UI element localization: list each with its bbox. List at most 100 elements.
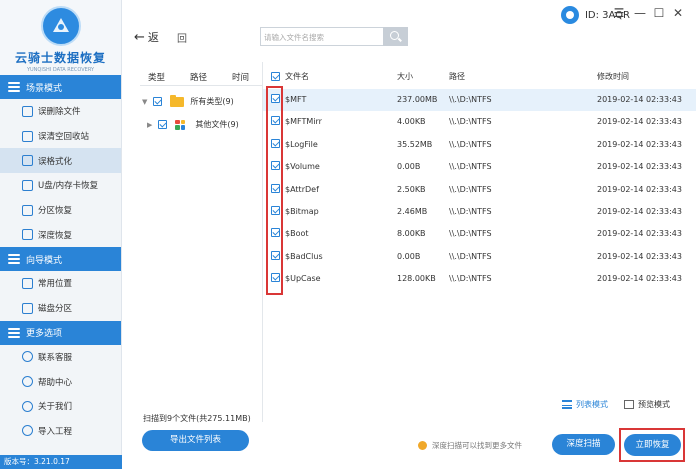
- scan-summary: 扫描到9个文件(共275.11MB): [143, 414, 251, 423]
- sidebar-item-help-center[interactable]: 帮助中心: [0, 369, 121, 394]
- search-input[interactable]: 请输入文件名搜索: [264, 32, 324, 43]
- table-row[interactable]: $Volume 0.00B \\.\D:\NTFS 2019-02-14 02:33:…: [263, 156, 696, 178]
- other-files-icon: [175, 119, 186, 130]
- grid-icon: [624, 400, 634, 409]
- table-row[interactable]: $MFTMirr 4.00KB \\.\D:\NTFS 2019-02-14 02:3…: [263, 111, 696, 133]
- sidebar-item-recycle-bin[interactable]: 误清空回收站: [0, 124, 121, 149]
- table-row[interactable]: $BadClus 0.00B \\.\D:\NTFS 2019-02-14 02:33…: [263, 246, 696, 268]
- file-name: $MFTMirr: [285, 117, 322, 127]
- expand-caret-icon[interactable]: ▼: [142, 98, 147, 106]
- menu-icon: [8, 327, 20, 338]
- file-size: 2.50KB: [397, 184, 426, 194]
- file-modified: 2019-02-14 02:33:43: [597, 139, 682, 149]
- tab-path[interactable]: 路径: [190, 71, 207, 83]
- collapse-caret-icon[interactable]: ▶: [147, 121, 152, 129]
- version-label: 版本号：3.21.0.17: [0, 455, 122, 469]
- table-row[interactable]: $Boot 8.00KB \\.\D:\NTFS 2019-02-14 02:33:4…: [263, 223, 696, 245]
- file-modified: 2019-02-14 02:33:43: [597, 229, 682, 239]
- app-title: 云骑士数据恢复: [14, 51, 106, 65]
- help-icon: [22, 376, 33, 388]
- table-row[interactable]: $UpCase 128.00KB \\.\D:\NTFS 2019-02-14 02:…: [263, 268, 696, 290]
- select-all-checkbox[interactable]: [271, 72, 280, 81]
- section-wizard-mode[interactable]: 向导模式: [0, 247, 121, 272]
- folder-icon: [170, 94, 185, 107]
- file-modified: 2019-02-14 02:33:43: [597, 95, 682, 104]
- file-modified: 2019-02-14 02:33:43: [597, 207, 682, 216]
- sidebar-item-partition[interactable]: 分区恢复: [0, 198, 121, 223]
- file-modified: 2019-02-14 02:33:43: [597, 184, 682, 194]
- tree-node-all-types[interactable]: ▼ 所有类型(9): [142, 94, 234, 107]
- back-arrow-icon: ←: [134, 30, 145, 45]
- sidebar-item-format[interactable]: 误格式化: [0, 148, 121, 174]
- table-header: 文件名 大小 路径 修改时间: [263, 67, 696, 89]
- file-name: $Boot: [285, 229, 309, 239]
- table-row[interactable]: $Bitmap 2.46MB \\.\D:\NTFS 2019-02-14 02:33…: [263, 201, 696, 223]
- sidebar-item-deleted-files[interactable]: 误删除文件: [0, 99, 121, 124]
- section-more-options[interactable]: 更多选项: [0, 320, 121, 345]
- tree-node-other-files[interactable]: ▶ 其他文件(9): [147, 119, 239, 130]
- partition-icon: [22, 204, 33, 216]
- col-path-header[interactable]: 路径: [449, 71, 465, 82]
- file-name: $AttrDef: [285, 184, 319, 194]
- col-modified-header[interactable]: 修改时间: [597, 71, 629, 82]
- tab-time[interactable]: 时间: [232, 71, 249, 83]
- home-button[interactable]: 回: [177, 30, 187, 45]
- tree-checkbox[interactable]: [153, 97, 163, 106]
- export-list-button[interactable]: 导出文件列表: [142, 430, 249, 451]
- table-row[interactable]: $AttrDef 2.50KB \\.\D:\NTFS 2019-02-14 02:3…: [263, 179, 696, 201]
- file-path: \\.\D:\NTFS: [449, 251, 492, 261]
- file-icon: [22, 105, 33, 117]
- file-modified: 2019-02-14 02:33:43: [597, 251, 682, 261]
- file-path: \\.\D:\NTFS: [449, 117, 492, 127]
- file-size: 2.46MB: [397, 207, 428, 216]
- close-button[interactable]: ✕: [671, 6, 685, 20]
- title-bar: ID: 3AQR: [122, 0, 696, 30]
- file-path: \\.\D:\NTFS: [449, 95, 492, 104]
- sidebar-item-disk-partitions[interactable]: 磁盘分区: [0, 296, 121, 321]
- app-subtitle: YUNQISHI DATA RECOVERY: [26, 67, 95, 73]
- file-size: 0.00B: [397, 162, 421, 172]
- sidebar-item-deep-recovery[interactable]: 深度恢复: [0, 222, 121, 247]
- file-name: $Volume: [285, 162, 320, 172]
- table-row[interactable]: $MFT 237.00MB \\.\D:\NTFS 2019-02-14 02:33:…: [263, 89, 696, 112]
- col-size-header[interactable]: 大小: [397, 71, 413, 82]
- back-button[interactable]: ← 返: [134, 29, 159, 45]
- search-icon[interactable]: [383, 27, 408, 46]
- file-path: \\.\D:\NTFS: [449, 184, 492, 194]
- import-icon: [22, 425, 33, 437]
- checkbox-highlight-box: [266, 86, 283, 295]
- deep-recovery-icon: [22, 229, 33, 241]
- file-modified: 2019-02-14 02:33:43: [597, 117, 682, 127]
- maximize-button[interactable]: ☐: [652, 6, 666, 20]
- file-path: \\.\D:\NTFS: [449, 207, 492, 216]
- sidebar: 云骑士数据恢复 YUNQISHI DATA RECOVERY 场景模式 误删除文…: [0, 0, 122, 469]
- file-size: 128.00KB: [397, 274, 436, 284]
- col-name-header[interactable]: 文件名: [285, 71, 309, 82]
- sidebar-item-usb[interactable]: U盘/内存卡恢复: [0, 173, 121, 198]
- sidebar-item-import-project[interactable]: 导入工程: [0, 419, 121, 444]
- format-icon: [22, 155, 33, 167]
- tab-type[interactable]: 类型: [148, 71, 165, 83]
- file-modified: 2019-02-14 02:33:43: [597, 162, 682, 172]
- table-row[interactable]: $LogFile 35.52MB \\.\D:\NTFS 2019-02-14 02:…: [263, 134, 696, 156]
- support-icon: [22, 351, 33, 363]
- section-scene-mode[interactable]: 场景模式: [0, 75, 121, 99]
- list-mode-button[interactable]: 列表模式: [562, 399, 608, 410]
- file-name: $UpCase: [285, 274, 321, 284]
- lightbulb-icon: [418, 441, 427, 450]
- list-icon: [562, 400, 572, 409]
- recover-now-button[interactable]: 立即恢复: [624, 434, 681, 456]
- sidebar-item-contact-support[interactable]: 联系客服: [0, 345, 121, 370]
- file-size: 4.00KB: [397, 117, 426, 127]
- menu-button[interactable]: ☰: [612, 6, 626, 20]
- preview-mode-button[interactable]: 预览模式: [624, 399, 670, 410]
- deep-scan-button[interactable]: 深度扫描: [552, 434, 615, 455]
- file-size: 8.00KB: [397, 229, 426, 239]
- sidebar-item-common-locations[interactable]: 常用位置: [0, 271, 121, 296]
- search-box[interactable]: 请输入文件名搜索: [260, 27, 408, 46]
- logo-area: 云骑士数据恢复 YUNQISHI DATA RECOVERY: [0, 0, 121, 75]
- minimize-button[interactable]: —: [633, 6, 647, 20]
- tree-checkbox[interactable]: [158, 120, 168, 129]
- sidebar-item-about[interactable]: 关于我们: [0, 394, 121, 419]
- file-path: \\.\D:\NTFS: [449, 139, 492, 149]
